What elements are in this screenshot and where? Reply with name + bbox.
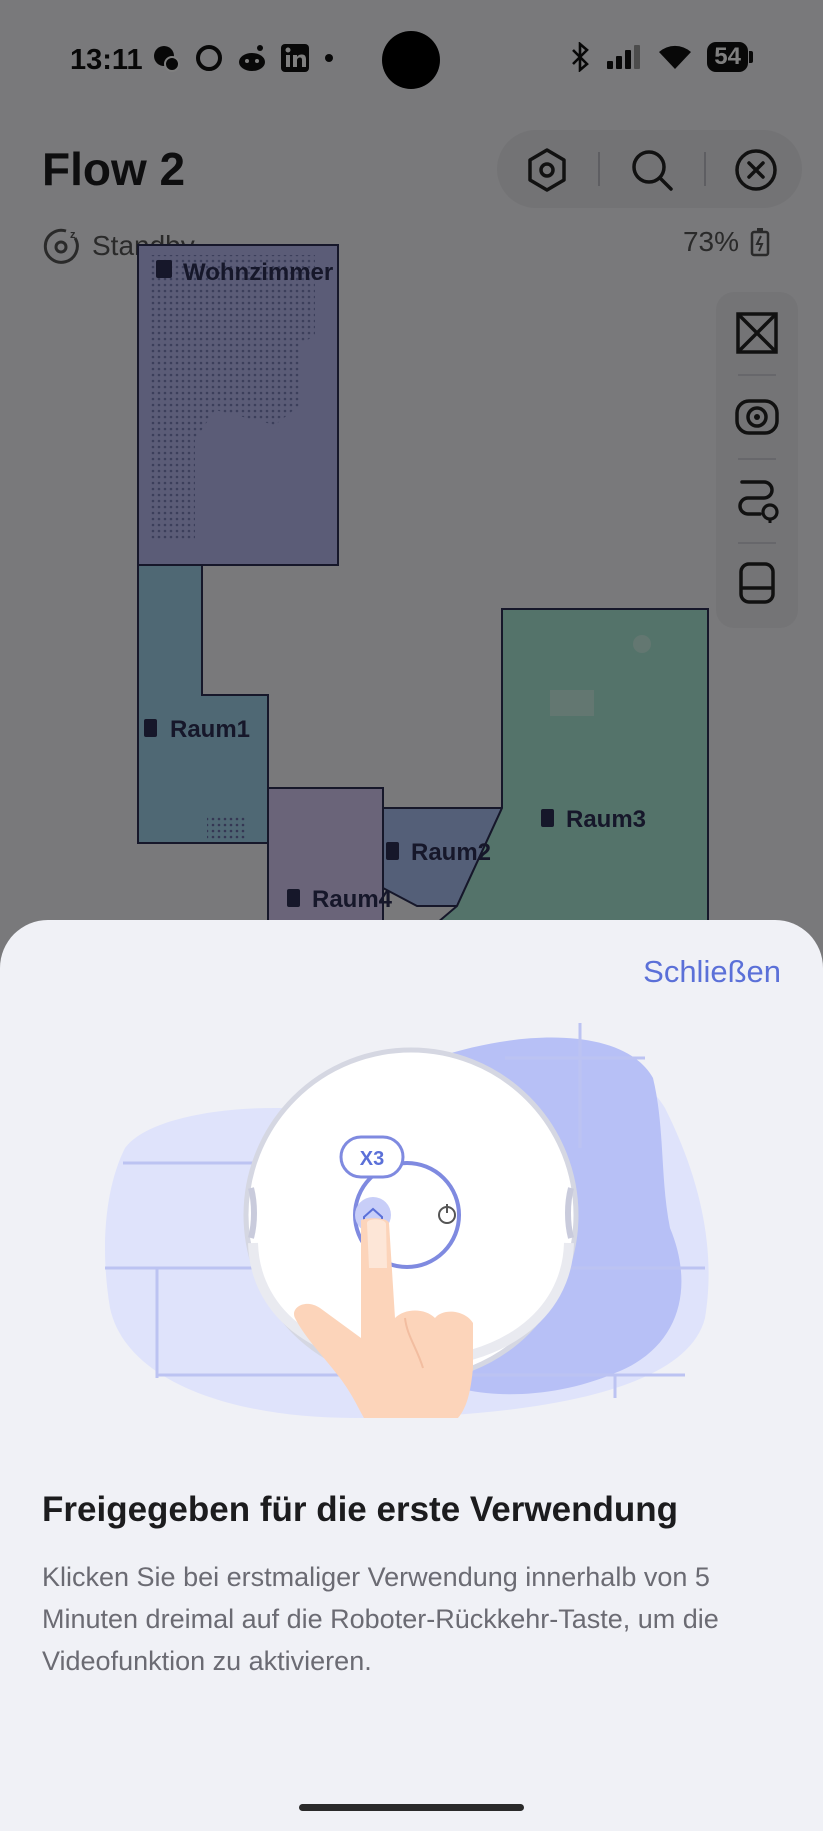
map-edit-icon[interactable] bbox=[734, 310, 780, 356]
toolbar-divider bbox=[738, 458, 776, 460]
route-icon[interactable] bbox=[734, 478, 780, 524]
map-side-toolbar bbox=[716, 292, 798, 628]
linkedin-icon bbox=[281, 44, 309, 72]
svg-text:Raum1: Raum1 bbox=[170, 716, 250, 743]
battery-icon: 54 bbox=[707, 42, 753, 72]
signal-icon bbox=[607, 45, 641, 69]
sheet-description: Klicken Sie bei erstmaliger Verwendung i… bbox=[42, 1562, 719, 1676]
reddit-icon bbox=[239, 45, 265, 71]
dot-icon bbox=[325, 54, 333, 62]
toolbar-divider bbox=[704, 152, 706, 186]
room-raum3-obstacle bbox=[633, 635, 651, 653]
search-icon[interactable] bbox=[629, 147, 675, 193]
system-icons: 54 bbox=[569, 42, 753, 72]
room-raum4[interactable] bbox=[267, 787, 384, 940]
bottom-sheet: Schließen X3 Freigegeben für die erste V… bbox=[0, 920, 823, 1831]
device-title: Flow 2 bbox=[42, 143, 186, 195]
svg-text:Raum4: Raum4 bbox=[312, 886, 393, 913]
toolbar-divider bbox=[738, 542, 776, 544]
room-raum1[interactable] bbox=[137, 564, 269, 844]
camera-icon[interactable] bbox=[734, 394, 780, 440]
circle-icon bbox=[196, 45, 222, 71]
toolbar-divider bbox=[598, 152, 600, 186]
sheet-heading: Freigegeben für die erste Verwendung bbox=[42, 1490, 678, 1529]
cleaning-map[interactable]: Wohnzimmer Raum1 Raum2 Raum3 Raum4 bbox=[0, 240, 823, 940]
wifi-icon bbox=[659, 45, 692, 69]
notification-icons bbox=[150, 42, 336, 74]
dock-icon[interactable] bbox=[734, 560, 780, 606]
status-time: 13:11 bbox=[70, 44, 143, 76]
svg-text:Raum3: Raum3 bbox=[566, 806, 646, 833]
close-circle-icon[interactable] bbox=[733, 147, 779, 193]
svg-text:Wohnzimmer: Wohnzimmer bbox=[183, 259, 333, 286]
settings-hex-icon[interactable] bbox=[524, 147, 570, 193]
battery-level: 54 bbox=[707, 42, 748, 72]
robot-button-illustration: X3 bbox=[105, 1023, 709, 1418]
home-indicator[interactable] bbox=[299, 1804, 524, 1811]
toolbar-divider bbox=[738, 374, 776, 376]
room-raum3-obstacle bbox=[550, 690, 594, 716]
close-button[interactable]: Schließen bbox=[643, 954, 781, 990]
camera-cutout bbox=[382, 31, 440, 89]
status-bar: 13:11 54 bbox=[0, 0, 823, 120]
press-count-badge: X3 bbox=[360, 1148, 384, 1170]
room-label-wohnzimmer: Wohnzimmer bbox=[156, 259, 333, 286]
room-raum1-texture bbox=[207, 815, 245, 841]
svg-text:Raum2: Raum2 bbox=[411, 839, 491, 866]
app-screen: 13:11 54 Flow 2 z 73% Wohnzimmer Raum1 R… bbox=[0, 0, 823, 1831]
bug-icon bbox=[154, 46, 180, 72]
bluetooth-icon bbox=[572, 42, 590, 72]
